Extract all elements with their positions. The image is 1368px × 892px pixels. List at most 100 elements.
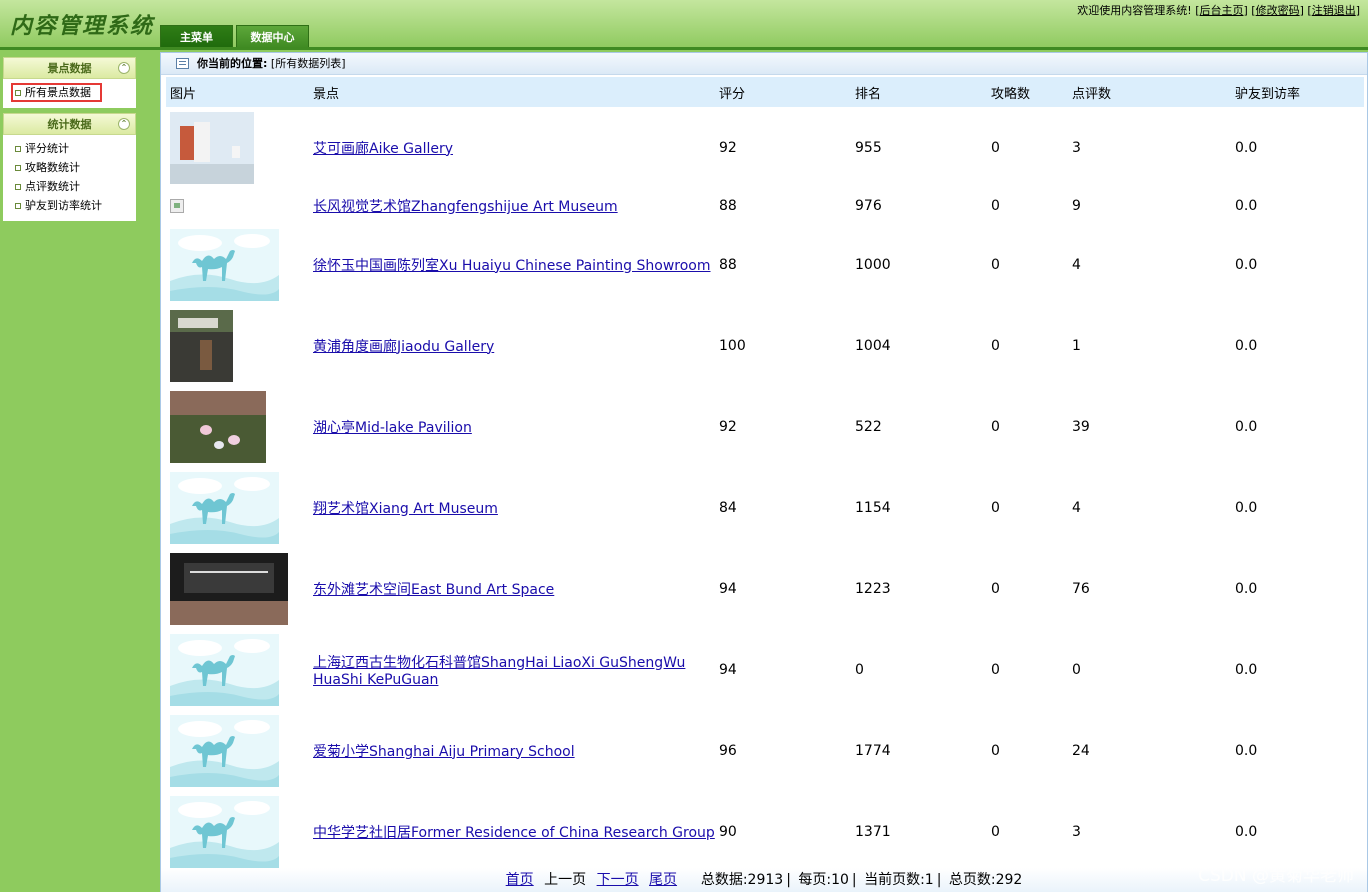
scenic-cell: 爱菊小学Shanghai Aiju Primary School (309, 710, 715, 791)
scenic-link[interactable]: 爱菊小学Shanghai Aiju Primary School (313, 744, 575, 760)
image-cell (166, 710, 309, 791)
score-cell: 88 (719, 198, 737, 214)
scenic-link[interactable]: 中华学艺社旧居Former Residence of China Researc… (313, 825, 715, 841)
last-page-link[interactable]: 尾页 (649, 872, 677, 888)
sidebar-item-review-stats[interactable]: 点评数统计 (3, 177, 136, 196)
app-title: 内容管理系统 (10, 13, 155, 39)
scenic-cell: 上海辽西古生物化石科普馆ShangHai LiaoXi GuShengWu Hu… (309, 629, 715, 710)
reviews-cell: 0 (1072, 661, 1081, 678)
scenic-link[interactable]: 长风视觉艺术馆Zhangfengshijue Art Museum (313, 199, 618, 215)
collapse-icon[interactable]: ⌃ (118, 118, 130, 130)
top-tabs: 主菜单 数据中心 (160, 25, 309, 48)
sidebar-item-guide-stats[interactable]: 攻略数统计 (3, 158, 136, 177)
reviews-cell: 1 (1072, 337, 1081, 354)
col-rank: 排名 (851, 77, 987, 107)
guides-cell: 0 (991, 823, 1000, 840)
collapse-icon[interactable]: ⌃ (118, 62, 130, 74)
rank-cell: 955 (855, 139, 882, 156)
guides-cell: 0 (991, 499, 1000, 516)
placeholder-camel-image (170, 714, 279, 787)
sidebar-group-body: 评分统计 攻略数统计 点评数统计 驴友到访率统计 (3, 135, 136, 221)
scenic-cell: 中华学艺社旧居Former Residence of China Researc… (309, 791, 715, 872)
col-image: 图片 (166, 77, 309, 107)
scenic-cell: 湖心亭Mid-lake Pavilion (309, 386, 715, 467)
scenic-link[interactable]: 湖心亭Mid-lake Pavilion (313, 420, 472, 436)
placeholder-camel-image (170, 228, 279, 301)
tab-data-center[interactable]: 数据中心 (236, 25, 309, 48)
scenic-link[interactable]: 东外滩艺术空间East Bund Art Space (313, 582, 554, 598)
score-cell: 96 (719, 742, 737, 759)
total-pages: 总页数:292 (948, 872, 1023, 888)
visit-rate-cell: 0.0 (1235, 823, 1258, 840)
score-cell: 100 (719, 337, 746, 354)
image-cell (166, 467, 309, 548)
scenic-link[interactable]: 黄浦角度画廊Jiaodu Gallery (313, 339, 494, 355)
sidebar-item-all-scenic-data[interactable]: 所有景点数据 (11, 83, 102, 102)
change-password-link[interactable]: 修改密码 (1256, 4, 1300, 17)
image-cell (166, 107, 309, 188)
guides-cell: 0 (991, 256, 1000, 273)
rank-cell: 522 (855, 418, 882, 435)
score-cell: 84 (719, 499, 737, 516)
visit-rate-cell: 0.0 (1235, 337, 1258, 354)
guides-cell: 0 (991, 198, 1000, 214)
welcome-text: 欢迎使用内容管理系统! (1077, 4, 1192, 17)
sidebar-group-statistics[interactable]: 统计数据 ⌃ (3, 113, 136, 135)
image-cell (166, 629, 309, 710)
rank-cell: 976 (855, 198, 882, 214)
col-score: 评分 (715, 77, 851, 107)
table-row: 艾可画廊Aike Gallery 92 955 0 3 0.0 (166, 107, 1364, 188)
sidebar-group-scenic-data[interactable]: 景点数据 ⌃ (3, 57, 136, 79)
col-reviews: 点评数 (1068, 77, 1231, 107)
guides-cell: 0 (991, 742, 1000, 759)
current-page: 当前页数:1 (864, 872, 934, 888)
sidebar-item-score-stats[interactable]: 评分统计 (3, 139, 136, 158)
rank-cell: 1154 (855, 499, 891, 516)
score-cell: 94 (719, 580, 737, 597)
table-row: 中华学艺社旧居Former Residence of China Researc… (166, 791, 1364, 872)
reviews-cell: 4 (1072, 499, 1081, 516)
visit-rate-cell: 0.0 (1235, 139, 1258, 156)
scenic-cell: 翔艺术馆Xiang Art Museum (309, 467, 715, 548)
scenic-link[interactable]: 艾可画廊Aike Gallery (313, 141, 453, 157)
first-page-link[interactable]: 首页 (506, 872, 534, 888)
top-header: 内容管理系统 欢迎使用内容管理系统! [后台主页] [修改密码] [注销退出] … (0, 0, 1368, 48)
visit-rate-cell: 0.0 (1235, 580, 1258, 597)
sidebar-group-body: 所有景点数据 (3, 79, 136, 108)
placeholder-camel-image (170, 795, 279, 868)
score-cell: 94 (719, 661, 737, 678)
logout-link[interactable]: 注销退出 (1312, 4, 1356, 17)
sidebar-group-title: 统计数据 (47, 118, 92, 131)
breadcrumb-value: [所有数据列表] (270, 57, 346, 70)
scenic-link[interactable]: 翔艺术馆Xiang Art Museum (313, 501, 498, 517)
table-row: 上海辽西古生物化石科普馆ShangHai LiaoXi GuShengWu Hu… (166, 629, 1364, 710)
image-cell (166, 386, 309, 467)
prev-page-text: 上一页 (544, 872, 587, 888)
rank-cell: 1774 (855, 742, 891, 759)
reviews-cell: 39 (1072, 418, 1090, 435)
tab-main-menu[interactable]: 主菜单 (160, 25, 233, 48)
watermark: CSDN @黄菊华老师 (1198, 866, 1354, 886)
top-links: 欢迎使用内容管理系统! [后台主页] [修改密码] [注销退出] (1077, 4, 1360, 17)
next-page-link[interactable]: 下一页 (597, 872, 639, 888)
table-row: 东外滩艺术空间East Bund Art Space 94 1223 0 76 0.0 (166, 548, 1364, 629)
table-row: 长风视觉艺术馆Zhangfengshijue Art Museum 88 976 0 9… (166, 188, 1364, 224)
sidebar-item-visit-rate-stats[interactable]: 驴友到访率统计 (3, 196, 136, 215)
list-icon (176, 58, 189, 69)
reviews-cell: 9 (1072, 198, 1081, 214)
scenic-cell: 东外滩艺术空间East Bund Art Space (309, 548, 715, 629)
scenic-link[interactable]: 上海辽西古生物化石科普馆ShangHai LiaoXi GuShengWu Hu… (313, 655, 685, 688)
rank-cell: 1223 (855, 580, 891, 597)
visit-rate-cell: 0.0 (1235, 499, 1258, 516)
header-divider (0, 47, 1368, 50)
guides-cell: 0 (991, 661, 1000, 678)
image-cell (166, 188, 309, 224)
reviews-cell: 3 (1072, 139, 1081, 156)
reviews-cell: 24 (1072, 742, 1090, 759)
total-count: 总数据:2913 (700, 872, 784, 888)
col-scenic: 景点 (309, 77, 715, 107)
scenic-link[interactable]: 徐怀玉中国画陈列室Xu Huaiyu Chinese Painting Show… (313, 258, 711, 274)
breadcrumb-label: 你当前的位置: (197, 57, 268, 70)
per-page: 每页:10 (798, 872, 849, 888)
home-link[interactable]: 后台主页 (1200, 4, 1244, 17)
